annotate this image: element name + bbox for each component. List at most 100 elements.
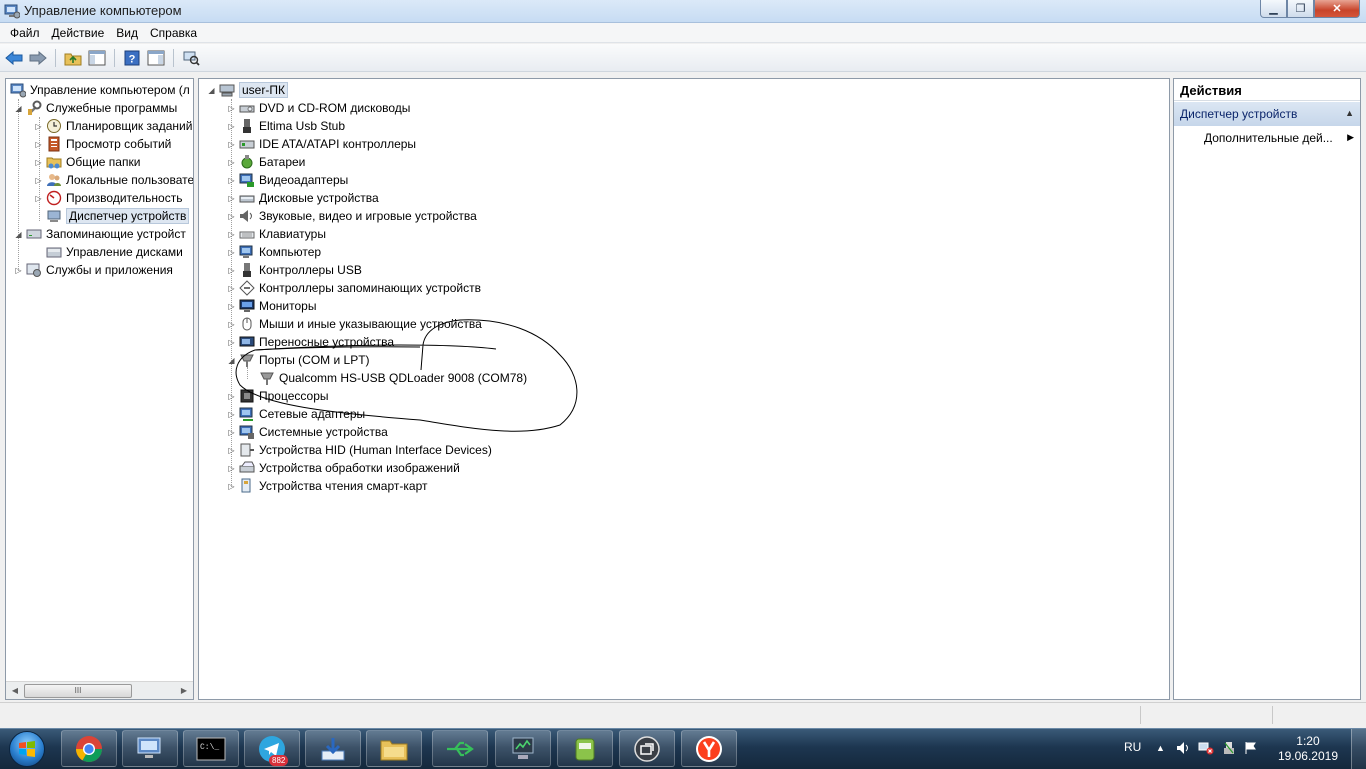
minimize-button[interactable]: ▁	[1260, 0, 1287, 18]
collapsed-arrow-icon[interactable]: ▷	[227, 104, 236, 113]
collapse-up-icon[interactable]: ▲	[1345, 108, 1354, 118]
collapsed-arrow-icon[interactable]: ▷	[227, 320, 236, 329]
tree-item-computer-root[interactable]: ◢ user-ПК	[207, 81, 288, 99]
device-category[interactable]: ▷ Сетевые адаптеры	[227, 405, 365, 423]
tree-item-system-tools[interactable]: ◢ Служебные программы	[14, 99, 177, 117]
taskbar-chrome[interactable]	[61, 730, 117, 767]
device-category[interactable]: ▷ Переносные устройства	[227, 333, 394, 351]
device-category[interactable]: ▷ IDE ATA/ATAPI контроллеры	[227, 135, 416, 153]
back-icon[interactable]	[4, 48, 24, 68]
console-tree-panel[interactable]: Управление компьютером (л ◢ Служебные пр…	[5, 78, 194, 700]
collapsed-arrow-icon[interactable]: ▷	[227, 392, 236, 401]
collapsed-arrow-icon[interactable]: ▷	[34, 122, 43, 131]
taskbar-yandex-browser[interactable]	[681, 730, 737, 767]
expanded-arrow-icon[interactable]: ◢	[14, 230, 23, 239]
collapsed-arrow-icon[interactable]: ▷	[227, 446, 236, 455]
collapsed-arrow-icon[interactable]: ▷	[227, 194, 236, 203]
taskbar-usb-tool[interactable]	[432, 730, 488, 767]
taskbar-android[interactable]	[557, 730, 613, 767]
maximize-button[interactable]: ❐	[1287, 0, 1314, 18]
show-desktop-button[interactable]	[1351, 729, 1366, 769]
tree-item-disk-management[interactable]: Управление дисками	[46, 243, 183, 261]
scrollbar-thumb[interactable]: III	[24, 684, 132, 698]
collapsed-arrow-icon[interactable]: ▷	[34, 194, 43, 203]
show-hidden-icons-icon[interactable]: ▲	[1156, 743, 1165, 753]
taskbar-device-tool[interactable]	[495, 730, 551, 767]
device-category[interactable]: ▷ DVD и CD-ROM дисководы	[227, 99, 410, 117]
menu-file[interactable]: Файл	[4, 25, 46, 41]
horizontal-scrollbar[interactable]: ◀ III ▶	[6, 681, 193, 699]
collapsed-arrow-icon[interactable]: ▷	[227, 212, 236, 221]
scroll-left-icon[interactable]: ◀	[8, 684, 22, 697]
tree-item-device-manager[interactable]: Диспетчер устройств	[34, 207, 190, 225]
tree-item-storage[interactable]: ◢ Запоминающие устройст	[14, 225, 185, 243]
device-category[interactable]: ▷ Устройства HID (Human Interface Devices…	[227, 441, 491, 459]
tree-item-local-users[interactable]: ▷ Локальные пользовате	[34, 171, 193, 189]
collapsed-arrow-icon[interactable]: ▷	[227, 176, 236, 185]
collapsed-arrow-icon[interactable]: ▷	[34, 140, 43, 149]
action-center-icon[interactable]	[1244, 741, 1258, 758]
menu-action[interactable]: Действие	[46, 25, 111, 41]
device-category[interactable]: ◢ Порты (COM и LPT)	[227, 351, 370, 369]
collapsed-arrow-icon[interactable]: ▷	[227, 428, 236, 437]
tree-item-event-viewer[interactable]: ▷ Просмотр событий	[34, 135, 171, 153]
up-folder-icon[interactable]	[63, 48, 83, 68]
forward-icon[interactable]	[28, 48, 48, 68]
scroll-right-icon[interactable]: ▶	[177, 684, 191, 697]
collapsed-arrow-icon[interactable]: ▷	[227, 266, 236, 275]
tree-item-task-scheduler[interactable]: ▷ Планировщик заданий	[34, 117, 192, 135]
network-error-icon[interactable]	[1198, 741, 1214, 758]
scan-hardware-icon[interactable]	[181, 48, 201, 68]
taskbar-download[interactable]	[305, 730, 361, 767]
collapsed-arrow-icon[interactable]: ▷	[227, 230, 236, 239]
collapsed-arrow-icon[interactable]: ▷	[227, 158, 236, 167]
device-category[interactable]: ▷ Батареи	[227, 153, 305, 171]
tree-item-computer-management[interactable]: Управление компьютером (л	[10, 81, 190, 99]
menu-view[interactable]: Вид	[110, 25, 144, 41]
device-item[interactable]: Qualcomm HS-USB QDLoader 9008 (COM78)	[259, 369, 527, 387]
usb-safely-remove-icon[interactable]	[1222, 741, 1236, 758]
collapsed-arrow-icon[interactable]: ▷	[227, 464, 236, 473]
device-category[interactable]: ▷ Системные устройства	[227, 423, 388, 441]
collapsed-arrow-icon[interactable]: ▷	[227, 248, 236, 257]
taskbar-computer-management[interactable]	[122, 730, 178, 767]
device-category[interactable]: ▷ Eltima Usb Stub	[227, 117, 345, 135]
show-hide-console-tree-icon[interactable]	[87, 48, 107, 68]
collapsed-arrow-icon[interactable]: ▷	[14, 266, 23, 275]
taskbar-cmd[interactable]: C:\_	[183, 730, 239, 767]
device-tree-panel[interactable]: ◢ user-ПК ▷ DVD и CD-ROM дисководы ▷ Eltima…	[198, 78, 1170, 700]
language-indicator[interactable]: RU	[1124, 740, 1141, 754]
device-category[interactable]: ▷ Дисковые устройства	[227, 189, 378, 207]
volume-icon[interactable]	[1176, 741, 1190, 758]
device-category[interactable]: ▷ Процессоры	[227, 387, 328, 405]
expanded-arrow-icon[interactable]: ◢	[207, 86, 216, 95]
show-hide-action-pane-icon[interactable]	[146, 48, 166, 68]
collapsed-arrow-icon[interactable]: ▷	[227, 338, 236, 347]
taskbar-telegram[interactable]: 882	[244, 730, 300, 767]
taskbar-remote[interactable]	[619, 730, 675, 767]
collapsed-arrow-icon[interactable]: ▷	[227, 122, 236, 131]
collapsed-arrow-icon[interactable]: ▷	[227, 284, 236, 293]
collapsed-arrow-icon[interactable]: ▷	[227, 410, 236, 419]
more-actions-link[interactable]: Дополнительные дей...	[1204, 131, 1333, 145]
expanded-arrow-icon[interactable]: ◢	[14, 104, 23, 113]
tree-item-shared-folders[interactable]: ▷ Общие папки	[34, 153, 140, 171]
device-category[interactable]: ▷ Клавиатуры	[227, 225, 326, 243]
collapsed-arrow-icon[interactable]: ▷	[227, 302, 236, 311]
device-category[interactable]: ▷ Звуковые, видео и игровые устройства	[227, 207, 476, 225]
collapsed-arrow-icon[interactable]: ▷	[227, 140, 236, 149]
actions-section-device-manager[interactable]: Диспетчер устройств ▲	[1174, 102, 1360, 126]
device-category[interactable]: ▷ Контроллеры USB	[227, 261, 362, 279]
device-category[interactable]: ▷ Мыши и иные указывающие устройства	[227, 315, 481, 333]
collapsed-arrow-icon[interactable]: ▷	[227, 482, 236, 491]
expanded-arrow-icon[interactable]: ◢	[227, 356, 236, 365]
help-icon[interactable]: ?	[122, 48, 142, 68]
clock[interactable]: 1:20 19.06.2019	[1278, 734, 1338, 764]
device-category[interactable]: ▷ Компьютер	[227, 243, 321, 261]
device-category[interactable]: ▷ Устройства обработки изображений	[227, 459, 459, 477]
device-category[interactable]: ▷ Видеоадаптеры	[227, 171, 348, 189]
taskbar-explorer[interactable]	[366, 730, 422, 767]
start-button[interactable]	[3, 731, 51, 767]
tree-item-services-apps[interactable]: ▷ Службы и приложения	[14, 261, 173, 279]
close-button[interactable]: ✕	[1314, 0, 1360, 18]
